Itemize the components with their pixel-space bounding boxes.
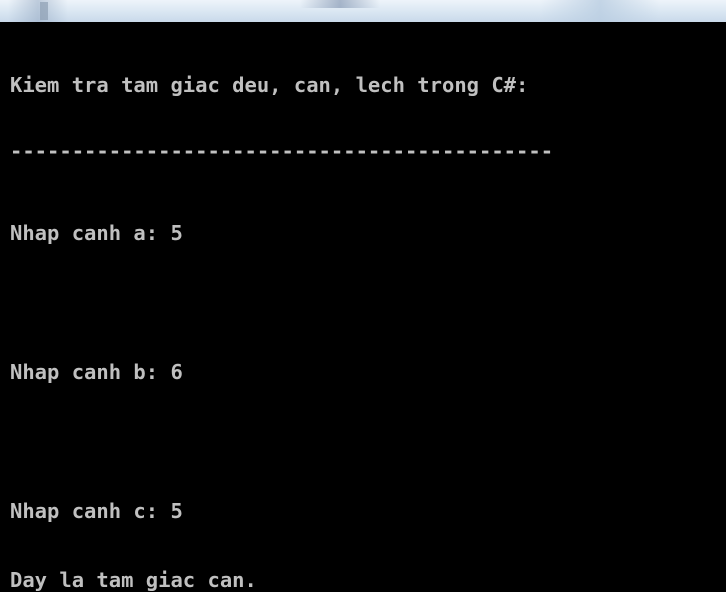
- console-result-line: Day la tam giac can.: [10, 568, 257, 592]
- console-prompt-a: Nhap canh a: 5: [10, 221, 183, 245]
- window-title-bar: [0, 0, 726, 22]
- console-prompt-c: Nhap canh c: 5: [10, 499, 183, 523]
- console-blank-line-1: [10, 291, 720, 315]
- blurred-title-region-2: [300, 0, 380, 8]
- blurred-title-region-3: [540, 0, 660, 22]
- blurred-title-icon: [40, 2, 48, 20]
- console-separator-line: ----------------------------------------…: [10, 146, 554, 163]
- console-prompt-b: Nhap canh b: 6: [10, 360, 183, 384]
- title-bar-border: [0, 22, 726, 25]
- blurred-title-region: [8, 0, 68, 22]
- console-output[interactable]: Kiem tra tam giac deu, can, lech trong C…: [10, 28, 720, 592]
- console-blank-line-2: [10, 430, 720, 454]
- console-title-line: Kiem tra tam giac deu, can, lech trong C…: [10, 73, 529, 97]
